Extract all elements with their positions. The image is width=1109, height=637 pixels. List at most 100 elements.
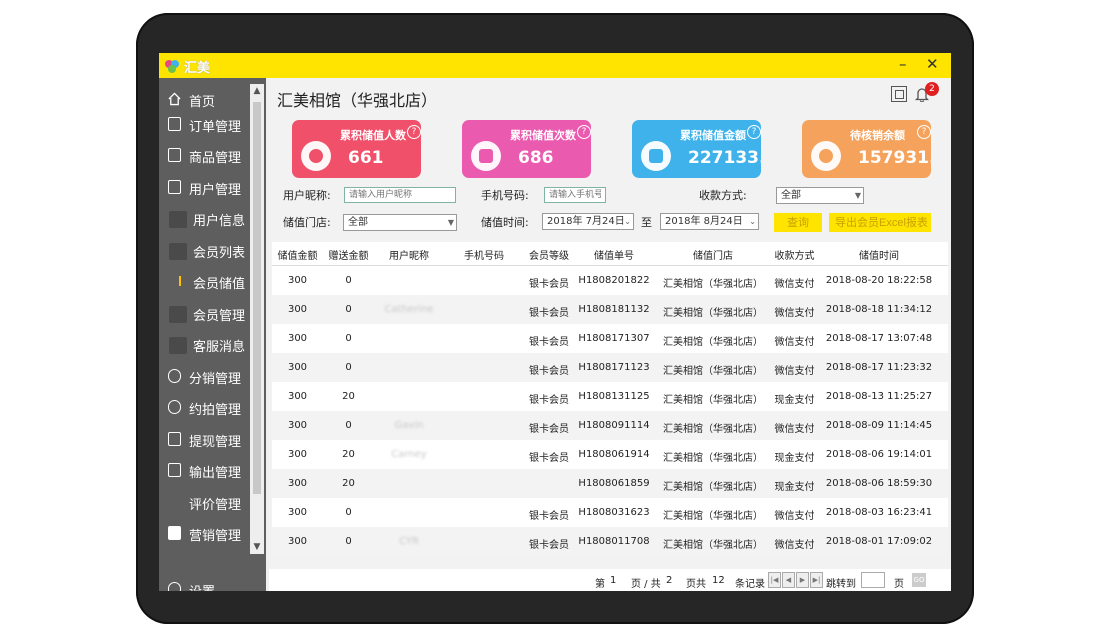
- sidebar-item-member-management[interactable]: 会员管理: [159, 300, 250, 328]
- amount-cell: 300: [287, 333, 308, 344]
- date-from-picker[interactable]: 2018年 7月24日 ⌄: [542, 213, 634, 230]
- sidebar-item-customer-service[interactable]: 客服消息: [159, 331, 250, 359]
- table-row[interactable]: 300 0 银卡会员 H1808201822 汇美相馆（华强北店） 微信支付 2018-08…: [272, 266, 948, 295]
- sidebar-item-member-list[interactable]: 会员列表: [159, 237, 250, 265]
- payment-cell: 现金支付: [774, 395, 815, 406]
- order-no-cell: H1808201822: [578, 275, 650, 286]
- help-icon[interactable]: ?: [917, 125, 931, 139]
- distribution-icon: [168, 369, 181, 383]
- sidebar: 首页 订单管理 商品管理 用户管理 用户信息 会员列表 会员储值 会员管理 客服…: [159, 78, 266, 591]
- sidebar-item-marketing[interactable]: 营销管理: [159, 520, 250, 548]
- last-page-icon[interactable]: ▶|: [810, 572, 823, 588]
- payment-method-select[interactable]: 全部 ▼: [776, 187, 864, 204]
- help-icon[interactable]: ?: [407, 125, 421, 139]
- table-row[interactable]: 300 20 H1808061859 汇美相馆（华强北店） 现金支付 2018-08-06…: [272, 469, 948, 498]
- logo-icon: [165, 60, 179, 73]
- time-cell: 2018-08-18 11:34:12: [825, 304, 933, 315]
- qr-code-icon[interactable]: [891, 86, 907, 102]
- store-select[interactable]: 全部 ▼: [343, 214, 457, 231]
- store-label: 储值门店:: [283, 216, 331, 229]
- member-deposit-icon: [169, 274, 187, 291]
- store-cell: 汇美相馆（华强北店）: [663, 511, 763, 522]
- table-row[interactable]: 300 0 银卡会员 H1808171307 汇美相馆（华强北店） 微信支付 2018-08…: [272, 324, 948, 353]
- table-row[interactable]: 300 0 Catherine 银卡会员 H1808181132 汇美相馆（华强北店） 微信…: [272, 295, 948, 324]
- goto-page-input[interactable]: [861, 572, 885, 588]
- store-cell: 汇美相馆（华强北店）: [663, 453, 763, 464]
- level-cell: 银卡会员: [529, 279, 569, 290]
- minimize-button[interactable]: –: [899, 55, 907, 73]
- filter-panel: 用户昵称: 手机号码: 收款方式: 全部 ▼ 储值门店: 全部 ▼ 储值时间: …: [269, 182, 951, 242]
- sidebar-item-user-info[interactable]: 用户信息: [159, 205, 250, 233]
- sidebar-item-label: 提现管理: [189, 435, 242, 450]
- phone-input[interactable]: [544, 187, 606, 203]
- member-list-icon: [169, 243, 187, 260]
- time-cell: 2018-08-06 18:59:30: [825, 478, 933, 489]
- order-no-cell: H1808011708: [578, 536, 650, 547]
- level-cell: 银卡会员: [529, 453, 569, 464]
- user-info-icon: [169, 211, 187, 228]
- store-value: 全部: [348, 217, 368, 228]
- date-from-value: 2018年 7月24日: [547, 216, 625, 227]
- table-row[interactable]: 300 20 Carney 银卡会员 H1808061914 汇美相馆（华强北店） 现金支付…: [272, 440, 948, 469]
- close-button[interactable]: ✕: [926, 55, 939, 73]
- query-button[interactable]: 查询: [774, 213, 822, 232]
- help-icon[interactable]: ?: [747, 125, 761, 139]
- date-to-picker[interactable]: 2018年 8月24日 ⌄: [660, 213, 759, 230]
- sidebar-item-settings[interactable]: 设置: [159, 576, 250, 591]
- level-cell: 银卡会员: [529, 366, 569, 377]
- sidebar-item-booking[interactable]: 约拍管理: [159, 394, 250, 422]
- stat-card-deposit-count: 累积储值次数 ? 686: [462, 120, 591, 178]
- chevron-down-icon: ⌄: [749, 217, 756, 226]
- bonus-cell: 0: [345, 275, 352, 286]
- sidebar-item-label: 用户信息: [193, 214, 246, 229]
- table-row[interactable]: 300 0 银卡会员 H1808171123 汇美相馆（华强北店） 微信支付 2018-08…: [272, 353, 948, 382]
- help-icon[interactable]: ?: [577, 125, 591, 139]
- nickname-input[interactable]: [344, 187, 456, 203]
- level-cell: 银卡会员: [529, 337, 569, 348]
- payment-cell: 微信支付: [774, 308, 815, 319]
- order-no-cell: H1808061914: [578, 449, 650, 460]
- sidebar-item-output[interactable]: 输出管理: [159, 457, 250, 485]
- order-no-cell: H1808171307: [578, 333, 650, 344]
- total-pages: 2: [666, 575, 673, 586]
- current-page: 1: [610, 575, 617, 586]
- active-marker: [179, 276, 181, 286]
- go-button[interactable]: GO: [912, 573, 926, 587]
- scroll-up-icon[interactable]: ▲: [250, 84, 264, 98]
- store-cell: 汇美相馆（华强北店）: [663, 308, 763, 319]
- amount-cell: 300: [287, 304, 308, 315]
- payment-cell: 微信支付: [774, 279, 815, 290]
- prev-page-icon[interactable]: ◀: [782, 572, 795, 588]
- table-row[interactable]: 300 0 CYR 银卡会员 H1808011708 汇美相馆（华强北店） 微信支付 2018…: [272, 527, 948, 556]
- sidebar-item-home[interactable]: 首页: [159, 86, 250, 114]
- sidebar-item-label: 设置: [189, 581, 215, 591]
- app-name: 汇美: [184, 61, 211, 76]
- table-row[interactable]: 300 0 Gavin 银卡会员 H1808091114 汇美相馆（华强北店） 微信支付 20…: [272, 411, 948, 440]
- user-icon: [168, 180, 181, 194]
- nickname-cell: CYR: [399, 536, 419, 547]
- sidebar-item-products[interactable]: 商品管理: [159, 142, 250, 170]
- amount-cell: 300: [287, 391, 308, 402]
- bonus-cell: 20: [342, 449, 355, 460]
- stat-value: 227133.4: [688, 148, 761, 168]
- sidebar-item-distribution[interactable]: 分销管理: [159, 363, 250, 391]
- bar-chart-icon: [649, 149, 663, 163]
- next-page-icon[interactable]: ▶: [796, 572, 809, 588]
- sidebar-item-users[interactable]: 用户管理: [159, 174, 250, 202]
- payment-cell: 微信支付: [774, 540, 815, 551]
- sidebar-item-orders[interactable]: 订单管理: [159, 111, 250, 139]
- payment-cell: 微信支付: [774, 424, 815, 435]
- export-excel-button[interactable]: 导出会员Excel报表: [829, 213, 931, 232]
- sidebar-item-reviews[interactable]: 评价管理: [159, 489, 250, 517]
- table-row[interactable]: 300 20 银卡会员 H1808131125 汇美相馆（华强北店） 现金支付 2018-0…: [272, 382, 948, 411]
- scroll-down-icon[interactable]: ▼: [250, 540, 264, 554]
- first-page-icon[interactable]: |◀: [768, 572, 781, 588]
- sidebar-item-member-deposit[interactable]: 会员储值: [159, 268, 250, 296]
- store-cell: 汇美相馆（华强北店）: [663, 395, 763, 406]
- order-no-cell: H1808131125: [578, 391, 650, 402]
- sidebar-scrollbar[interactable]: ▲ ▼: [250, 84, 264, 554]
- scroll-thumb[interactable]: [253, 102, 261, 494]
- sidebar-item-withdrawal[interactable]: 提现管理: [159, 426, 250, 454]
- table-row[interactable]: 300 0 银卡会员 H1808031623 汇美相馆（华强北店） 微信支付 2018-08…: [272, 498, 948, 527]
- stat-value: 686: [518, 148, 554, 168]
